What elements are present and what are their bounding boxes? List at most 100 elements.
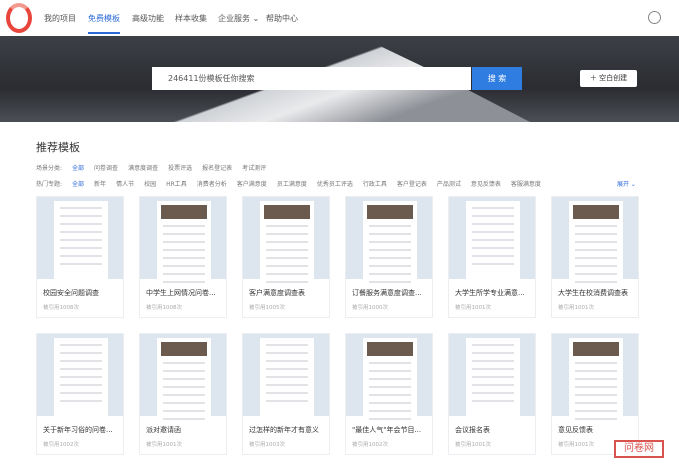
- template-card[interactable]: 意见反馈表 被引用1001次: [551, 333, 639, 455]
- template-photo: [161, 342, 207, 356]
- template-preview: [569, 201, 623, 283]
- filter-option[interactable]: 客服满意度: [511, 179, 541, 188]
- filter-option[interactable]: 情人节: [116, 179, 134, 188]
- template-photo: [264, 205, 310, 219]
- expand-button[interactable]: 展开 ⌄: [617, 179, 636, 188]
- template-name: 校园安全问题调查: [43, 289, 99, 297]
- topic-filter: 热门专题: 全部 新年 情人节 校园 HR工具 消费者分析 客户满意度 员工满意度 优秀员工评选 行…: [36, 179, 541, 188]
- nav-item[interactable]: 免费模板: [88, 13, 120, 34]
- template-photo: [573, 205, 619, 219]
- template-preview: [363, 201, 417, 283]
- template-preview: [363, 338, 417, 420]
- template-card[interactable]: 中学生上网情况问卷... 被引用1008次: [139, 196, 227, 318]
- plus-icon: ＋: [589, 74, 600, 82]
- template-usage-count: 被引用1001次: [558, 305, 594, 311]
- watermark-logo: 问卷网: [614, 440, 664, 458]
- template-card[interactable]: 客户满意度调查表 被引用1005次: [242, 196, 330, 318]
- template-photo: [161, 205, 207, 219]
- nav-item[interactable]: 样本收集: [175, 13, 207, 24]
- template-preview: [260, 338, 314, 416]
- top-nav: 我的项目 免费模板 高级功能 样本收集 企业服务 ⌄ 帮助中心: [0, 0, 679, 36]
- template-card[interactable]: 订餐服务满意度调查... 被引用1000次: [345, 196, 433, 318]
- template-card[interactable]: 大学生所学专业满意... 被引用1001次: [448, 196, 536, 318]
- logo[interactable]: [6, 3, 32, 33]
- template-thumbnail: [346, 334, 432, 420]
- template-name: 过怎样的新年才有意义: [249, 426, 319, 434]
- template-preview: [157, 338, 211, 420]
- template-card[interactable]: 会议报名表被引用1001次: [448, 333, 536, 455]
- template-thumbnail: [346, 197, 432, 283]
- template-photo: [573, 342, 619, 356]
- filter-option[interactable]: 投票评选: [168, 163, 192, 172]
- template-thumbnail: [449, 334, 535, 416]
- template-preview: [157, 201, 211, 283]
- template-card[interactable]: 校园安全问题调查 被引用1008次: [36, 196, 124, 318]
- filter-option[interactable]: 产品测试: [437, 179, 461, 188]
- blank-create-button[interactable]: ＋ 空白创建: [580, 70, 637, 87]
- template-usage-count: 被引用1001次: [455, 442, 491, 448]
- template-card[interactable]: 关于新年习俗的问卷... 被引用1002次: [36, 333, 124, 455]
- filter-option[interactable]: 消费者分析: [197, 179, 227, 188]
- template-usage-count: 被引用1002次: [43, 442, 79, 448]
- filter-option[interactable]: 客户满意度: [237, 179, 267, 188]
- template-photo: [367, 342, 413, 356]
- template-usage-count: 被引用1001次: [146, 442, 182, 448]
- template-thumbnail: [140, 197, 226, 283]
- template-thumbnail: [37, 334, 123, 416]
- template-usage-count: 被引用1002次: [352, 442, 388, 448]
- filter-option[interactable]: 满意度调查: [128, 163, 158, 172]
- user-icon[interactable]: [648, 11, 661, 24]
- section-title: 推荐模板: [36, 141, 80, 154]
- filter-option[interactable]: 员工满意度: [277, 179, 307, 188]
- template-usage-count: 被引用1005次: [249, 305, 285, 311]
- filter-option[interactable]: 行政工具: [363, 179, 387, 188]
- filter-option[interactable]: 客户登记表: [397, 179, 427, 188]
- template-usage-count: 被引用1003次: [249, 442, 285, 448]
- template-preview: [54, 201, 108, 279]
- template-preview: [466, 201, 520, 279]
- template-card[interactable]: 派对邀请函 被引用1001次: [139, 333, 227, 455]
- template-thumbnail: [243, 197, 329, 283]
- template-usage-count: 被引用1008次: [146, 305, 182, 311]
- filter-option[interactable]: 考试测评: [242, 163, 266, 172]
- template-name: 会议报名表: [455, 426, 490, 434]
- filter-option[interactable]: 全部: [72, 163, 84, 172]
- filter-option[interactable]: 全部: [72, 179, 84, 188]
- template-card[interactable]: 大学生在校消费调查表 被引用1001次: [551, 196, 639, 318]
- nav-item[interactable]: 帮助中心: [266, 13, 298, 24]
- filter-label: 场景分类:: [36, 165, 63, 172]
- scene-filter: 场景分类: 全部 问卷调查 满意度调查 投票评选 报名登记表 考试测评: [36, 163, 266, 172]
- filter-option[interactable]: 校园: [144, 179, 156, 188]
- template-preview: [466, 338, 520, 416]
- template-usage-count: 被引用1008次: [43, 305, 79, 311]
- template-thumbnail: [552, 197, 638, 283]
- template-thumbnail: [449, 197, 535, 279]
- template-preview: [260, 201, 314, 283]
- filter-option[interactable]: 报名登记表: [202, 163, 232, 172]
- filter-label: 热门专题:: [36, 181, 63, 188]
- template-thumbnail: [140, 334, 226, 420]
- template-photo: [367, 205, 413, 219]
- filter-option[interactable]: 问卷调查: [94, 163, 118, 172]
- search-button[interactable]: 搜 索: [472, 67, 522, 90]
- template-preview: [54, 338, 108, 416]
- nav-item[interactable]: 我的项目: [44, 13, 76, 24]
- template-usage-count: 被引用1000次: [352, 305, 388, 311]
- template-thumbnail: [243, 334, 329, 416]
- nav-item[interactable]: 企业服务 ⌄: [218, 13, 259, 24]
- template-usage-count: 被引用1001次: [455, 305, 491, 311]
- template-name: 关于新年习俗的问卷...: [43, 426, 113, 434]
- template-name: 大学生所学专业满意...: [455, 289, 525, 297]
- template-thumbnail: [552, 334, 638, 420]
- search-input[interactable]: 246411份模板任你搜索: [152, 67, 471, 90]
- nav-item[interactable]: 高级功能: [132, 13, 164, 24]
- filter-option[interactable]: HR工具: [166, 179, 187, 188]
- filter-option[interactable]: 意见反馈表: [471, 179, 501, 188]
- template-card[interactable]: 过怎样的新年才有意义 被引用1003次: [242, 333, 330, 455]
- filter-option[interactable]: 新年: [94, 179, 106, 188]
- template-card[interactable]: "最佳人气"年会节目... 被引用1002次: [345, 333, 433, 455]
- blank-create-label: 空白创建: [599, 74, 628, 82]
- template-preview: [569, 338, 623, 420]
- template-thumbnail: [37, 197, 123, 279]
- filter-option[interactable]: 优秀员工评选: [317, 179, 353, 188]
